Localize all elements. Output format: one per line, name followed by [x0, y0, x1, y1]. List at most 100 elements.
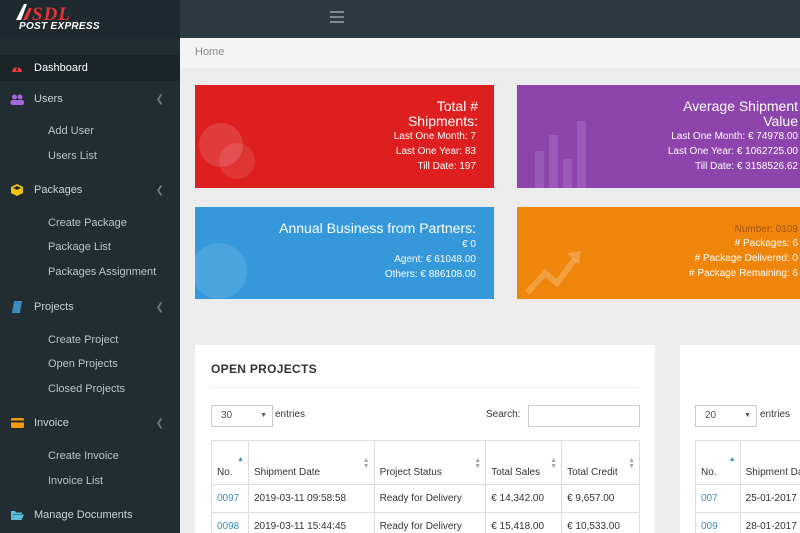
- menu-dashboard[interactable]: Dashboard: [0, 55, 180, 81]
- folder-open-icon: [0, 510, 34, 520]
- menu-packages[interactable]: Packages ❮: [0, 177, 180, 203]
- cell-shipment-date: 2019-03-11 15:44:45: [247, 512, 375, 533]
- submenu-create-project[interactable]: Create Project: [48, 334, 118, 346]
- col-header-no[interactable]: No. ▲: [211, 440, 249, 485]
- entries-select[interactable]: 30 ▼: [211, 405, 273, 427]
- logo[interactable]: SDL POST EXPRESS: [0, 0, 180, 38]
- chevron-left-icon: ❮: [155, 301, 164, 313]
- menu-projects-label: Projects: [34, 301, 74, 313]
- sort-icon: ▲ ▼: [474, 457, 482, 470]
- sort-icon: ▲ ▼: [550, 457, 558, 470]
- menu-packages-label: Packages: [34, 184, 83, 196]
- card-avg-title: Average Shipment: [683, 98, 798, 114]
- entries-select[interactable]: 20 ▼: [695, 405, 757, 427]
- open-projects-panel: OPEN PROJECTS 30 ▼ entries Search: No. ▲ …: [195, 345, 655, 533]
- col-header-total-sales-label: Total Sales: [491, 467, 541, 478]
- submenu-packages-assignment[interactable]: Packages Assignment: [48, 266, 156, 278]
- card-shipments-year: Last One Year: 83: [395, 146, 476, 157]
- card-avg-till-date: Till Date: € 3158526.62: [694, 161, 798, 172]
- chevron-left-icon: ❮: [155, 184, 164, 196]
- table-row: 007 25-01-2017: [695, 484, 800, 513]
- col-header-no[interactable]: No. ▲: [695, 440, 741, 485]
- menu-manage-documents[interactable]: Manage Documents: [0, 502, 180, 528]
- col-header-shipment-date[interactable]: Shipment Date ▲ ▼: [247, 440, 375, 485]
- submenu-open-projects[interactable]: Open Projects: [48, 358, 118, 370]
- menu-users[interactable]: Users ❮: [0, 86, 180, 112]
- menu-dashboard-label: Dashboard: [34, 62, 88, 74]
- sort-asc-icon: ▲: [237, 456, 244, 463]
- col-header-shipment-date-label: Shipment Date: [745, 467, 800, 478]
- col-header-shipment-date[interactable]: Shipment Date: [739, 440, 800, 485]
- chevron-left-icon: ❮: [155, 93, 164, 105]
- submenu-create-package[interactable]: Create Package: [48, 217, 127, 229]
- caret-down-icon: ▼: [744, 412, 751, 419]
- shipment-link[interactable]: 009: [695, 512, 741, 533]
- cell-shipment-date: 25-01-2017: [739, 484, 800, 513]
- project-link[interactable]: 0097: [211, 484, 249, 513]
- open-projects-table: No. ▲ Shipment Date ▲ ▼ Project Status ▲ ▼ To…: [211, 440, 640, 533]
- line-chart-icon: [525, 251, 581, 296]
- dashboard-icon: [0, 63, 34, 73]
- sidebar-toggle-icon[interactable]: [330, 11, 344, 23]
- entries-label: entries: [760, 409, 791, 420]
- card-annual-total: € 0: [462, 239, 476, 250]
- col-header-total-sales[interactable]: Total Sales ▲ ▼: [485, 440, 563, 485]
- entries-select-value: 20: [705, 410, 717, 421]
- menu-invoice[interactable]: Invoice ❮: [0, 410, 180, 436]
- card-total-shipments: Total # Shipments: Last One Month: 7 Las…: [195, 85, 494, 188]
- cell-total-sales: € 14,342.00: [485, 484, 563, 513]
- sort-icon: ▲ ▼: [362, 457, 370, 470]
- menu-manage-documents-label: Manage Documents: [34, 509, 133, 521]
- search-label: Search:: [486, 409, 521, 420]
- search-input[interactable]: [528, 405, 640, 427]
- users-icon: [0, 94, 34, 105]
- globe-icon: [195, 243, 247, 299]
- cell-total-credit: € 9,657.00: [561, 484, 640, 513]
- col-header-no-label: No.: [217, 467, 233, 478]
- card-shipments-till-date: Till Date: 197: [417, 161, 476, 172]
- project-link[interactable]: 0098: [211, 512, 249, 533]
- sort-icon: ▲ ▼: [628, 457, 635, 470]
- col-header-project-status[interactable]: Project Status ▲ ▼: [373, 440, 487, 485]
- table-row: 0098 2019-03-11 15:44:45 Ready for Deliv…: [211, 512, 640, 533]
- col-header-shipment-date-label: Shipment Date: [253, 467, 321, 478]
- sidebar: SDL POST EXPRESS Dashboard Users ❮ Add U…: [0, 0, 180, 533]
- sort-asc-icon: ▲: [728, 456, 736, 463]
- cell-shipment-date: 28-01-2017: [739, 512, 800, 533]
- col-header-total-credit[interactable]: Total Credit ▲ ▼: [561, 440, 640, 485]
- card-annual-title: Annual Business from Partners:: [279, 220, 476, 236]
- table-row: 0097 2019-03-11 09:58:58 Ready for Deliv…: [211, 484, 640, 513]
- card-packages-count: # Packages: 6: [734, 238, 798, 249]
- cubes-icon: [0, 184, 34, 196]
- shipment-link[interactable]: 007: [695, 484, 741, 513]
- col-header-project-status-label: Project Status: [379, 467, 442, 478]
- submenu-invoice-list[interactable]: Invoice List: [48, 475, 103, 487]
- card-shipments-title-2: Shipments:: [407, 113, 478, 129]
- submenu-closed-projects[interactable]: Closed Projects: [48, 383, 125, 395]
- second-table: No. ▲ Shipment Date 007 25-01-2017 009 28…: [695, 440, 800, 533]
- menu-projects[interactable]: Projects ❮: [0, 294, 180, 320]
- divider: [211, 387, 639, 388]
- cell-total-sales: € 15,418.00: [485, 512, 563, 533]
- breadcrumb-home[interactable]: Home: [195, 46, 224, 58]
- card-packages-delivered: # Package Delivered: 0: [694, 253, 798, 264]
- card-shipments-month: Last One Month: 7: [393, 131, 476, 142]
- entries-select-value: 30: [221, 410, 233, 421]
- card-avg-title-2: Value: [763, 113, 798, 129]
- submenu-package-list[interactable]: Package List: [48, 241, 111, 253]
- card-annual-others: Others: € 886108.00: [384, 269, 476, 280]
- cell-total-credit: € 10,533.00: [561, 512, 640, 533]
- entries-label: entries: [275, 409, 306, 420]
- second-panel: 20 ▼ entries No. ▲ Shipment Date 007 25-0…: [680, 345, 800, 533]
- comments-icon: [199, 123, 255, 179]
- card-packages-number: Number: 0109: [734, 224, 798, 235]
- submenu-add-user[interactable]: Add User: [48, 125, 94, 137]
- cell-project-status: Ready for Delivery: [373, 512, 487, 533]
- card-avg-month: Last One Month: € 74978.00: [671, 131, 798, 142]
- submenu-users-list[interactable]: Users List: [48, 150, 97, 162]
- card-packages-remaining: # Package Remaining: 6: [689, 268, 798, 279]
- submenu-create-invoice[interactable]: Create Invoice: [48, 450, 119, 462]
- card-packages: Number: 0109 # Packages: 6 # Package Del…: [517, 207, 800, 299]
- card-annual-business: Annual Business from Partners: € 0 Agent…: [195, 207, 494, 299]
- cell-project-status: Ready for Delivery: [373, 484, 487, 513]
